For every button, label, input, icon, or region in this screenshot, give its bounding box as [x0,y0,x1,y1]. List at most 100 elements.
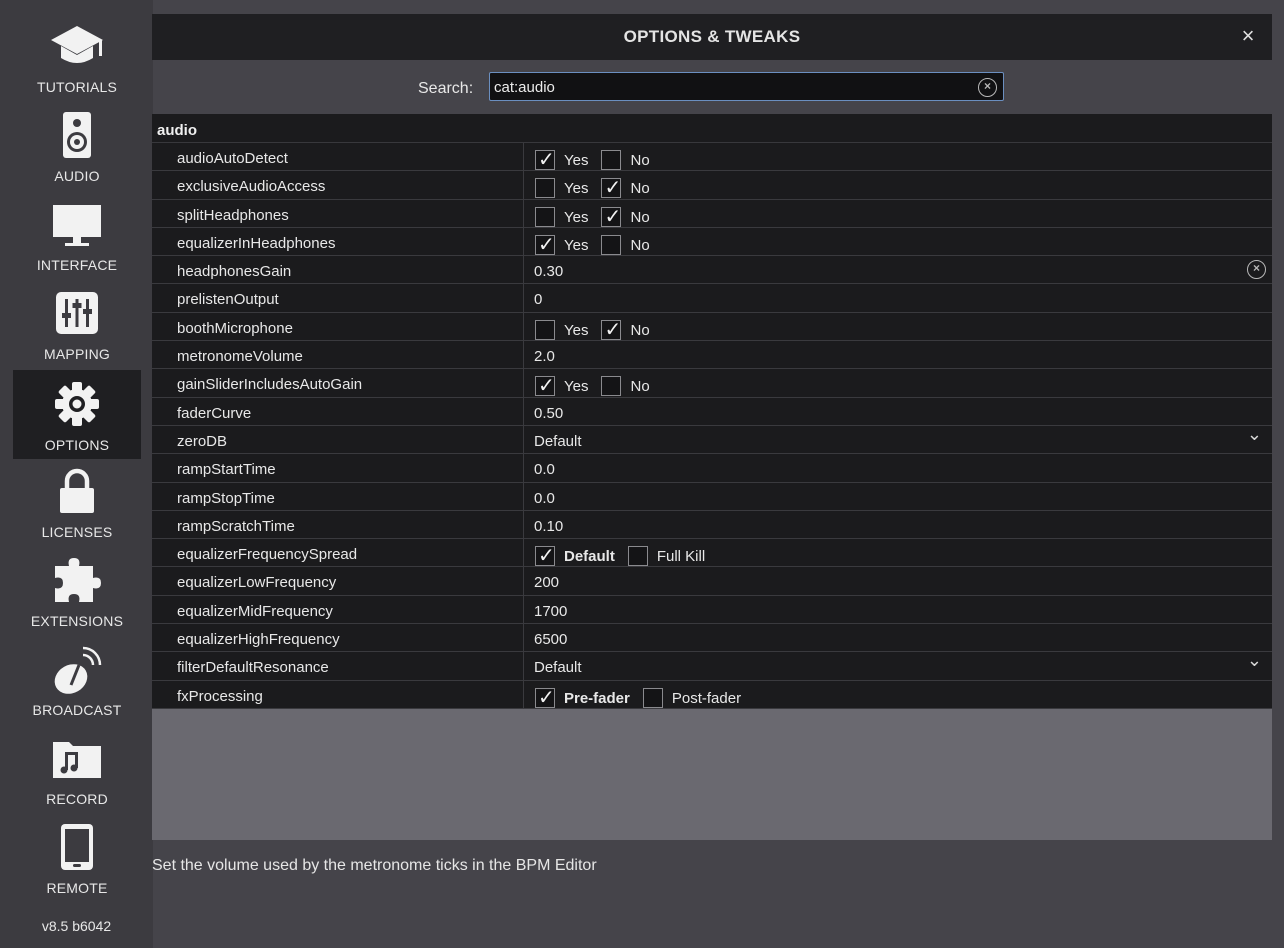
option-value[interactable]: 0.0 [529,454,1272,481]
sidebar-item-tutorials[interactable]: TUTORIALS [13,12,141,101]
checkbox[interactable] [627,546,648,567]
sidebar-item-record[interactable]: RECORD [13,724,141,813]
checkbox[interactable] [535,232,555,257]
sidebar-item-broadcast[interactable]: BROADCAST [13,635,141,724]
table-row[interactable]: equalizerLowFrequency 200 [152,567,1272,596]
option-value[interactable]: 2.0 [529,341,1272,368]
table-row[interactable]: rampScratchTime 0.10 [152,510,1272,540]
checkbox-label[interactable]: Default [564,548,615,565]
table-row[interactable]: boothMicrophone Yes No [152,312,1272,342]
checkbox[interactable] [601,150,622,170]
checkbox[interactable] [601,317,622,342]
chevron-down-icon[interactable]: ⌄ [1247,424,1262,445]
checkbox-label[interactable]: No [630,152,649,169]
clear-search-icon[interactable]: × [978,78,997,97]
close-button[interactable]: × [1236,23,1260,49]
sidebar-item-extensions[interactable]: EXTENSIONS [13,546,141,635]
checkbox-label[interactable]: No [630,378,649,395]
table-row[interactable]: headphonesGain 0.30 × [152,256,1272,285]
search-box[interactable]: × [489,72,1004,101]
table-row[interactable]: filterDefaultResonance Default ⌄ [152,650,1272,681]
checkbox-label[interactable]: Yes [564,378,588,395]
checkbox[interactable] [601,376,622,397]
option-value[interactable]: Default ⌄ [529,424,1272,453]
option-value[interactable]: 0 [529,284,1272,311]
checkbox[interactable] [601,234,622,255]
checkbox-label[interactable]: Yes [564,180,588,197]
table-row[interactable]: audioAutoDetect Yes No [152,143,1272,172]
value-text[interactable]: 0.50 [534,405,563,422]
sidebar-item-audio[interactable]: AUDIO [13,101,141,190]
option-value[interactable]: Default ⌄ [529,650,1272,679]
option-value[interactable]: Yes No [529,369,1272,398]
checkbox-label[interactable]: No [630,209,649,226]
sidebar-item-licenses[interactable]: LICENSES [13,457,141,546]
checkbox[interactable] [535,685,555,710]
checkbox[interactable] [535,178,555,199]
sidebar-item-mapping[interactable]: MAPPING [13,279,141,368]
table-row[interactable]: fxProcessing Pre-fader Post-fader [152,680,1272,710]
select-value[interactable]: Default [534,659,582,676]
value-text[interactable]: 0.30 [534,263,563,280]
checkbox[interactable] [535,147,555,172]
option-value[interactable]: Yes No [529,313,1272,342]
option-value[interactable]: 0.30 × [529,256,1272,283]
option-value[interactable]: 200 [529,567,1272,594]
option-value[interactable]: Yes No [529,228,1272,257]
sidebar-item-remote[interactable]: REMOTE [13,813,141,902]
table-row[interactable]: rampStartTime 0.0 [152,454,1272,483]
option-value[interactable]: 6500 [529,624,1272,651]
option-value[interactable]: Yes No [529,171,1272,200]
table-row[interactable]: equalizerFrequencySpread Default Full Kill [152,539,1272,568]
value-text[interactable]: 2.0 [534,348,555,365]
value-text[interactable]: 0.0 [534,461,555,478]
option-value[interactable]: Pre-fader Post-fader [529,681,1272,710]
checkbox[interactable] [535,206,555,227]
option-value[interactable]: Default Full Kill [529,539,1272,568]
table-row[interactable]: equalizerHighFrequency 6500 [152,624,1272,653]
value-text[interactable]: 0.10 [534,518,563,535]
checkbox[interactable] [535,543,555,568]
checkbox-label[interactable]: Full Kill [657,548,705,565]
value-text[interactable]: 0.0 [534,490,555,507]
table-row[interactable]: equalizerMidFrequency 1700 [152,595,1272,625]
search-input[interactable] [494,76,964,98]
table-row[interactable]: exclusiveAudioAccess Yes No [152,171,1272,200]
value-text[interactable]: 6500 [534,631,567,648]
option-value[interactable]: 0.0 [529,483,1272,510]
chevron-down-icon[interactable]: ⌄ [1247,650,1262,671]
table-row[interactable]: equalizerInHeadphones Yes No [152,227,1272,257]
option-value[interactable]: 0.50 [529,398,1272,425]
checkbox[interactable] [535,319,555,340]
checkbox-label[interactable]: Yes [564,209,588,226]
option-value[interactable]: 1700 [529,596,1272,623]
table-row[interactable]: metronomeVolume 2.0 [152,341,1272,370]
table-row[interactable]: faderCurve 0.50 [152,397,1272,426]
checkbox-label[interactable]: No [630,180,649,197]
option-value[interactable]: Yes No [529,200,1272,229]
value-text[interactable]: 1700 [534,603,567,620]
table-row[interactable]: zeroDB Default ⌄ [152,424,1272,455]
table-row[interactable]: rampStopTime 0.0 [152,482,1272,511]
clear-value-icon[interactable]: × [1247,260,1266,280]
checkbox[interactable] [642,687,663,708]
sidebar-item-interface[interactable]: INTERFACE [13,190,141,279]
checkbox-label[interactable]: Yes [564,152,588,169]
option-value[interactable]: 0.10 [529,511,1272,538]
checkbox[interactable] [535,373,555,398]
option-value[interactable]: Yes No [529,143,1272,172]
checkbox[interactable] [601,175,622,200]
checkbox-label[interactable]: No [630,322,649,339]
sidebar-item-options[interactable]: OPTIONS [13,370,141,459]
table-row[interactable]: splitHeadphones Yes No [152,199,1272,229]
table-row[interactable]: prelistenOutput 0 [152,284,1272,313]
value-text[interactable]: 200 [534,574,559,591]
value-text[interactable]: 0 [534,291,542,308]
checkbox-label[interactable]: Yes [564,237,588,254]
table-row[interactable]: gainSliderIncludesAutoGain Yes No [152,369,1272,398]
checkbox-label[interactable]: Post-fader [672,690,741,707]
checkbox-label[interactable]: No [630,237,649,254]
checkbox-label[interactable]: Pre-fader [564,690,630,707]
select-value[interactable]: Default [534,433,582,450]
checkbox-label[interactable]: Yes [564,322,588,339]
